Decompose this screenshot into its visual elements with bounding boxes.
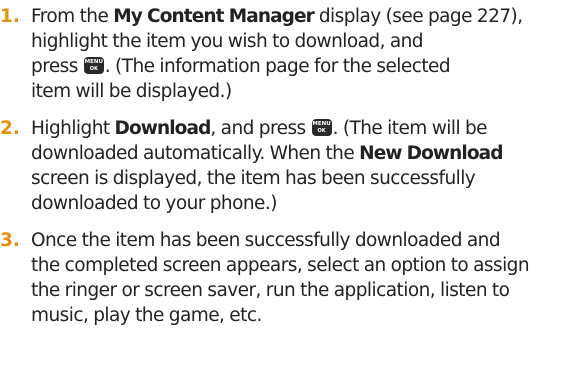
- step-line: downloaded to your phone.): [31, 193, 277, 214]
- step-line: music, play the game, etc.: [31, 305, 262, 326]
- step-line: From the My Content Manager display (see…: [31, 6, 523, 27]
- step-number: 2.: [0, 118, 20, 139]
- step-line: Highlight Download, and press MENU OK. (T…: [31, 118, 488, 139]
- menu-name-download: Download: [114, 118, 212, 139]
- step-line: highlight the item you wish to download,…: [31, 31, 424, 52]
- step-line: downloaded automatically. When the New D…: [31, 143, 503, 164]
- menu-ok-key-icon: MENU OK: [83, 57, 104, 74]
- step-2: 2. Highlight Download, and press MENU OK.…: [0, 116, 584, 216]
- step-line: item will be displayed.): [31, 81, 232, 102]
- step-number: 1.: [0, 6, 20, 27]
- step-line: the completed screen appears, select an …: [31, 255, 530, 276]
- step-line: press MENU OK. (The information page for …: [31, 56, 451, 77]
- step-number: 3.: [0, 230, 20, 251]
- instruction-steps: 1. From the My Content Manager display (…: [0, 0, 584, 328]
- menu-name-my-content-manager: My Content Manager: [113, 6, 315, 27]
- screen-name-new-download: New Download: [359, 143, 503, 164]
- step-line: screen is displayed, the item has been s…: [31, 168, 476, 189]
- menu-ok-key-icon: MENU OK: [311, 119, 332, 136]
- step-line: the ringer or screen saver, run the appl…: [31, 280, 510, 301]
- step-line: Once the item has been successfully down…: [31, 230, 501, 251]
- step-1: 1. From the My Content Manager display (…: [0, 4, 584, 104]
- step-3: 3. Once the item has been successfully d…: [0, 228, 584, 328]
